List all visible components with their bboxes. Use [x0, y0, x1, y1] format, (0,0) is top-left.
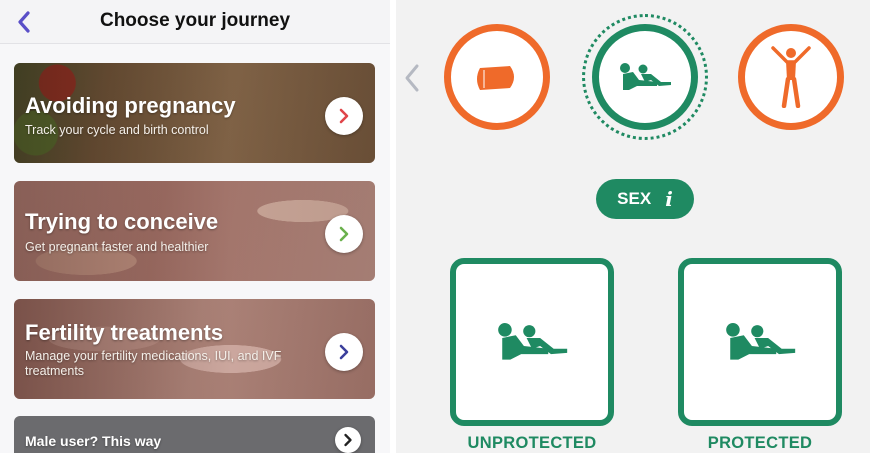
protected-option[interactable]: [678, 258, 842, 426]
chevron-right-icon: [339, 108, 349, 124]
person-arms-up-icon: [771, 46, 811, 108]
chevron-left-icon: [18, 11, 30, 33]
chevron-right-icon: [344, 433, 352, 447]
unprotected-option[interactable]: [450, 258, 614, 426]
card-title: Avoiding pregnancy: [25, 93, 236, 118]
chevron-right-icon: [339, 226, 349, 242]
card-subtitle: Track your cycle and birth control: [25, 123, 209, 137]
category-sex[interactable]: [592, 24, 698, 130]
chevron-left-icon: [405, 64, 419, 92]
category-label: SEX: [617, 189, 652, 208]
sex-icon: [726, 323, 796, 360]
back-button[interactable]: [8, 6, 40, 38]
arrow-button[interactable]: [325, 215, 363, 253]
journey-card-trying-to-conceive[interactable]: Trying to conceive Get pregnant faster a…: [14, 181, 375, 281]
arrow-button[interactable]: [325, 333, 363, 371]
arrow-button[interactable]: [325, 97, 363, 135]
back-button[interactable]: [400, 62, 424, 94]
card-title: Male user? This way: [25, 433, 162, 449]
page-title: Choose your journey: [99, 10, 291, 31]
journey-screen: Choose your journey Avoiding pregnancy T…: [0, 0, 390, 453]
journey-card-avoiding-pregnancy[interactable]: Avoiding pregnancy Track your cycle and …: [14, 63, 375, 163]
chevron-right-icon: [339, 344, 349, 360]
category-pad[interactable]: [444, 24, 550, 130]
card-title: Trying to conceive: [25, 209, 219, 234]
tracking-screen: SEX i UNPROTECTED PROTECTED: [396, 0, 870, 453]
pad-icon: [477, 66, 514, 90]
unprotected-label: UNPROTECTED: [467, 434, 597, 452]
card-title: Fertility treatments: [25, 320, 224, 345]
header-bar: Choose your journey: [0, 0, 390, 44]
card-subtitle: Get pregnant faster and healthier: [25, 240, 209, 254]
journey-card-fertility-treatments[interactable]: Fertility treatments Manage your fertili…: [14, 299, 375, 399]
sex-category-pill[interactable]: SEX i: [596, 179, 694, 219]
arrow-button[interactable]: [335, 427, 361, 453]
sex-icon: [620, 63, 671, 90]
card-subtitle: Manage your fertility medications, IUI, …: [25, 349, 282, 378]
info-icon[interactable]: i: [665, 187, 673, 211]
protected-label: PROTECTED: [707, 434, 813, 452]
category-activity[interactable]: [738, 24, 844, 130]
sex-icon: [498, 323, 568, 360]
male-user-link[interactable]: Male user? This way: [14, 416, 375, 453]
